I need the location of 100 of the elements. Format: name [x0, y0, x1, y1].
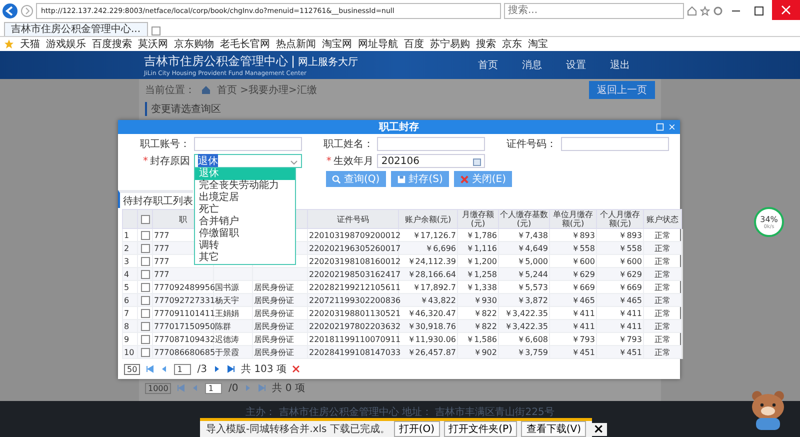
previous-page-icon[interactable] — [160, 365, 168, 373]
table-cell: ￥465 — [618, 296, 642, 304]
calendar-icon[interactable] — [473, 158, 482, 166]
input-field[interactable]: 202106 — [377, 154, 486, 168]
next-page-icon[interactable] — [213, 365, 222, 373]
checkbox[interactable] — [140, 334, 150, 344]
table-cell: ￥930 — [474, 296, 497, 304]
favorite-link[interactable]: 网址导航 — [358, 37, 398, 51]
scrollbar[interactable] — [682, 229, 683, 359]
input-field[interactable] — [194, 137, 302, 151]
table-cell: ￥451 — [618, 348, 642, 356]
last-page-icon[interactable] — [227, 365, 236, 373]
dropdown-option[interactable]: 出境定居 — [195, 192, 295, 204]
home-icon[interactable] — [687, 6, 697, 16]
favorite-link[interactable]: 游戏娱乐 — [46, 37, 86, 51]
checkbox[interactable] — [140, 230, 150, 240]
table-cell: 陈群 — [215, 322, 231, 330]
favorite-link[interactable]: 老毛长官网 — [220, 37, 270, 51]
favorite-link[interactable]: 苏宁易购 — [430, 37, 470, 51]
table-cell: 777092489956 — [154, 282, 216, 292]
nav-link[interactable]: 消息 — [522, 58, 542, 72]
checkbox[interactable] — [140, 282, 150, 292]
checkbox[interactable] — [140, 348, 150, 357]
table-cell: 正常 — [654, 308, 670, 318]
table-cell: 居民身份证 — [254, 296, 294, 304]
nav-link[interactable]: 设置 — [566, 58, 586, 72]
favorite-link[interactable]: 莫沃网 — [138, 37, 168, 51]
field-label: 证件号码： — [506, 138, 557, 151]
favorite-link[interactable]: 京东购物 — [174, 37, 214, 51]
favorite-link[interactable]: 搜索 — [476, 37, 496, 51]
page-input[interactable]: 1 — [174, 364, 192, 374]
table-cell: 正常 — [654, 282, 670, 292]
table-cell: 220721199302200836 — [309, 296, 401, 304]
table-cell: 居民身份证 — [254, 348, 294, 356]
star-icon[interactable] — [700, 6, 710, 16]
table-cell: ￥1,116 — [466, 244, 497, 252]
checkbox[interactable] — [140, 214, 150, 224]
table-cell: ￥669 — [572, 282, 595, 292]
table-cell: 国书源 — [215, 282, 239, 292]
favorites-star-icon[interactable] — [4, 39, 14, 49]
favorite-link[interactable]: 京东 — [502, 37, 522, 51]
close-icon[interactable] — [668, 123, 676, 131]
table-cell: ￥411 — [572, 322, 595, 330]
column-header: 个人缴存基数(元) — [500, 210, 548, 228]
close-icon — [460, 174, 469, 184]
dropdown-option[interactable]: 停缴留职 — [195, 228, 295, 240]
favorite-link[interactable]: 淘宝 — [528, 37, 548, 51]
table-cell: ￥558 — [618, 244, 642, 252]
checkbox[interactable] — [140, 296, 150, 305]
download-action-button[interactable]: 打开(O) — [394, 421, 440, 437]
table-cell: 居民身份证 — [254, 334, 294, 344]
back-button[interactable]: 返回上一页 — [589, 81, 655, 99]
download-action-button[interactable]: 打开文件夹(P) — [444, 421, 518, 437]
nav-link[interactable]: 退出 — [610, 58, 630, 72]
table-cell: ￥7,438 — [517, 230, 548, 240]
page-size-select[interactable]: 50 — [124, 364, 140, 374]
input-field[interactable] — [377, 137, 486, 151]
forward-icon[interactable] — [21, 4, 33, 16]
back-icon[interactable] — [2, 2, 18, 18]
table-cell: ￥1,258 — [466, 270, 497, 278]
favorite-link[interactable]: 百度搜索 — [92, 37, 132, 51]
table-cell: 220103198709200012 — [309, 230, 401, 240]
favorite-link[interactable]: 热点新闻 — [276, 37, 316, 51]
checkbox[interactable] — [140, 322, 150, 331]
table-cell: ￥4,649 — [517, 244, 548, 252]
download-action-button[interactable]: 查看下载(V) — [521, 421, 586, 437]
table-cell: 777 — [154, 270, 170, 278]
nav-link[interactable]: 首页 — [478, 58, 498, 72]
table-cell: ￥893 — [572, 230, 595, 240]
checkbox[interactable] — [140, 270, 150, 279]
input-field[interactable] — [560, 137, 669, 151]
section-title: 待封存职工列表 — [118, 190, 193, 208]
search-icon — [332, 174, 342, 184]
page-size-select[interactable]: 1000 — [145, 382, 172, 394]
checkbox[interactable] — [140, 244, 150, 253]
search-field[interactable]: 搜索... — [504, 2, 684, 18]
checkbox[interactable] — [140, 308, 150, 318]
page-input[interactable]: 1 — [205, 382, 222, 394]
dialog-title: 职工封存 — [379, 120, 419, 134]
table-cell: 777 — [154, 230, 170, 240]
dropdown-option[interactable]: 完全丧失劳动能力 — [195, 180, 295, 192]
table-cell: ￥822 — [474, 308, 497, 318]
new-tab-icon[interactable] — [150, 26, 161, 36]
dropdown-option[interactable]: 调转 — [195, 240, 295, 252]
first-page-icon[interactable] — [146, 365, 154, 373]
browser-tab[interactable]: 吉林市住房公积金管理中心... — [4, 22, 148, 36]
favorite-link[interactable]: 天猫 — [20, 37, 40, 51]
table-cell: 王娟娟 — [215, 308, 239, 318]
chevron-down-icon[interactable] — [290, 158, 298, 166]
dropdown-option[interactable]: 死亡 — [195, 204, 295, 216]
favorite-link[interactable]: 淘宝网 — [322, 37, 352, 51]
dropdown-option[interactable]: 其它 — [195, 252, 295, 264]
title-divider: | — [291, 54, 296, 68]
close-icon[interactable] — [772, 0, 800, 20]
dropdown-option[interactable]: 合并销户 — [195, 216, 295, 228]
checkbox[interactable] — [140, 256, 150, 266]
column-header: 单位月缴存额(元) — [553, 210, 593, 228]
close-button[interactable]: × — [590, 422, 607, 436]
favorite-link[interactable]: 百度 — [404, 37, 424, 51]
table-cell: 777092727331 — [154, 296, 216, 304]
